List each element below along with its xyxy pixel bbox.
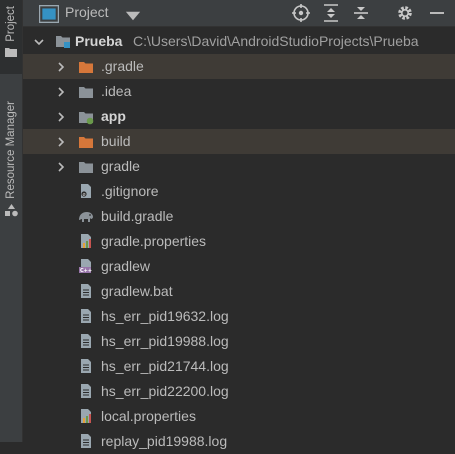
list-item-label: gradlew.bat [101, 283, 173, 299]
project-toolbar: Project [23, 0, 455, 27]
dropdown-icon[interactable] [123, 6, 143, 26]
chevron-right-icon[interactable] [54, 135, 68, 149]
tree-item-gradle-cache[interactable]: .gradle [23, 54, 455, 79]
project-tab-label: Project [5, 6, 17, 42]
list-item-label: gradle [101, 158, 140, 174]
svg-text:ø: ø [83, 192, 86, 198]
list-item-label: app [101, 108, 126, 124]
folder-icon [5, 47, 17, 57]
folder-icon [79, 162, 93, 173]
collapse-all-icon[interactable] [351, 3, 371, 23]
list-item-label: .gradle [101, 58, 144, 74]
chevron-right-icon[interactable] [54, 85, 68, 99]
list-item-label: hs_err_pid19632.log [101, 308, 229, 324]
tree-item-local-properties[interactable]: local.properties [23, 404, 455, 429]
locate-icon[interactable] [291, 3, 311, 23]
chevron-right-icon[interactable] [54, 110, 68, 124]
folder-orange-icon [79, 137, 93, 148]
tree-item-log[interactable]: hs_err_pid19988.log [23, 329, 455, 354]
tree-item-app[interactable]: app [23, 104, 455, 129]
tree-item-log[interactable]: hs_err_pid21744.log [23, 354, 455, 379]
list-item-label: build.gradle [101, 208, 174, 224]
text-file-icon [81, 359, 91, 373]
tree-root-path: C:\Users\David\AndroidStudioProjects\Pru… [133, 33, 419, 49]
gitignore-file-icon: ø [81, 184, 91, 198]
list-item-label: .gitignore [101, 183, 159, 199]
tree-item-gradlew[interactable]: C++ gradlew [23, 254, 455, 279]
svg-text:C++: C++ [80, 268, 92, 274]
gradle-elephant-icon [79, 212, 93, 222]
shapes-icon [4, 203, 18, 217]
chevron-right-icon[interactable] [54, 160, 68, 174]
tree-item-log[interactable]: hs_err_pid22200.log [23, 379, 455, 404]
gear-icon[interactable] [395, 3, 415, 23]
text-file-icon [81, 334, 91, 348]
tree-root-row[interactable]: Prueba C:\Users\David\AndroidStudioProje… [23, 29, 455, 54]
module-folder-icon [56, 36, 70, 48]
tool-window-stripe: Project Resource Manager [0, 0, 23, 442]
list-item-label: gradle.properties [101, 233, 207, 249]
module-folder-icon [79, 112, 94, 125]
text-file-icon [81, 284, 91, 298]
folder-orange-icon [79, 62, 93, 73]
expand-all-icon[interactable] [321, 3, 341, 23]
chevron-down-icon[interactable] [32, 35, 46, 49]
folder-icon [79, 87, 93, 98]
tree-item-gradle[interactable]: gradle [23, 154, 455, 179]
resource-manager-tool-tab[interactable]: Resource Manager [0, 96, 22, 246]
list-item-label: gradlew [101, 258, 151, 274]
tree-item-build-gradle[interactable]: build.gradle [23, 204, 455, 229]
project-tool-tab[interactable]: Project [0, 0, 22, 74]
list-item-label: .idea [101, 83, 132, 99]
tree-item-log[interactable]: hs_err_pid19632.log [23, 304, 455, 329]
tree-item-idea[interactable]: .idea [23, 79, 455, 104]
list-item-label: build [101, 133, 131, 149]
chevron-right-icon[interactable] [54, 60, 68, 74]
script-file-icon: C++ [79, 259, 92, 274]
tree-item-gradlew-bat[interactable]: gradlew.bat [23, 279, 455, 304]
list-item-label: hs_err_pid22200.log [101, 383, 229, 399]
list-item-label: replay_pid19988.log [101, 433, 228, 449]
text-file-icon [81, 384, 91, 398]
project-view-icon [39, 5, 59, 24]
resource-manager-tab-label: Resource Manager [5, 101, 17, 199]
tree-item-gradle-properties[interactable]: gradle.properties [23, 229, 455, 254]
list-item-label: hs_err_pid21744.log [101, 358, 229, 374]
list-item-label: hs_err_pid19988.log [101, 333, 229, 349]
tree-root-name: Prueba [75, 33, 123, 49]
tree-item-gitignore[interactable]: ø .gitignore [23, 179, 455, 204]
properties-file-icon [81, 234, 91, 248]
text-file-icon [81, 309, 91, 323]
list-item-label: local.properties [101, 408, 196, 424]
tree-item-build[interactable]: build [23, 129, 455, 154]
text-file-icon [81, 434, 91, 448]
view-selector-label[interactable]: Project [65, 4, 109, 20]
minimize-icon[interactable] [427, 3, 447, 23]
properties-file-icon [81, 409, 91, 423]
